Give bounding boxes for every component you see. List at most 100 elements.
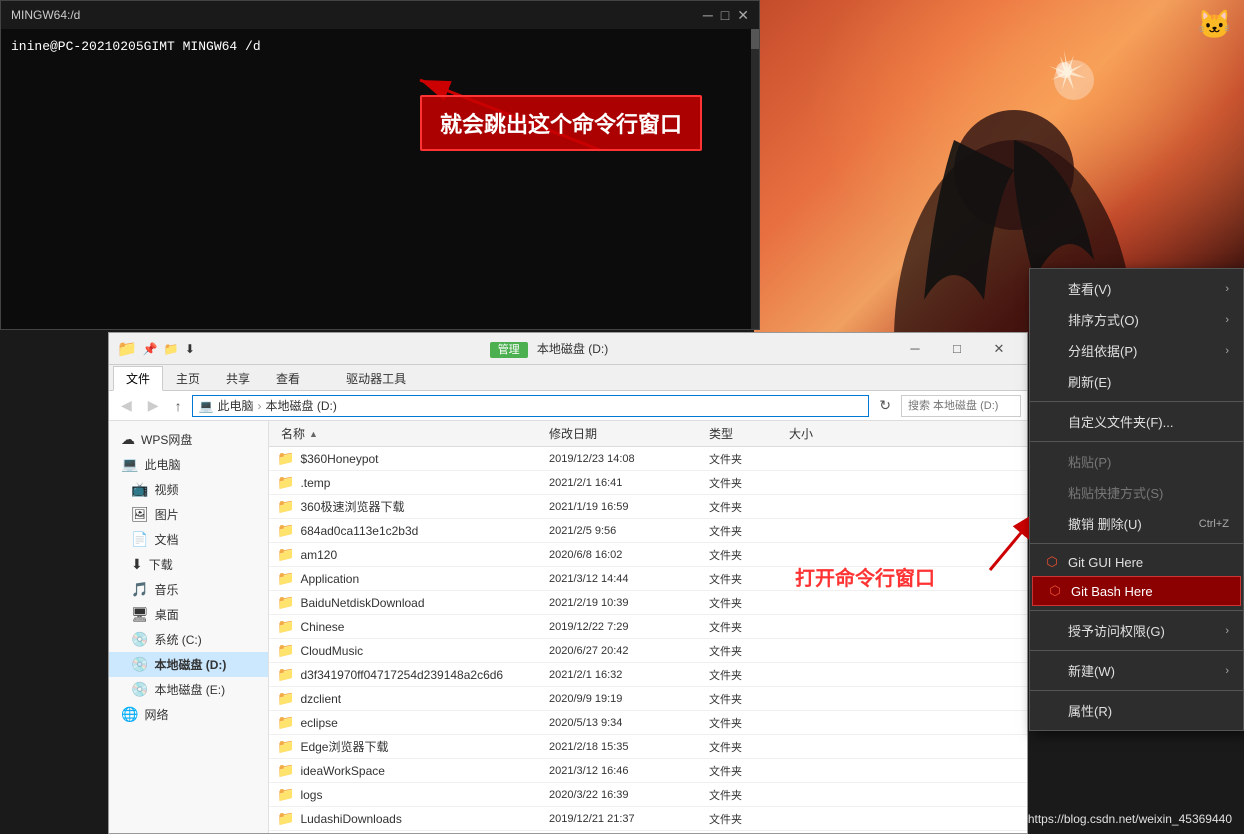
- file-date: 2019/12/21 21:37: [549, 813, 709, 825]
- ctx-item-view[interactable]: 查看(V) ›: [1030, 273, 1243, 304]
- file-type: 文件夹: [709, 547, 789, 563]
- explorer-title-text: 本地磁盘 (D:): [537, 342, 608, 356]
- address-computer-icon: 💻: [199, 399, 214, 413]
- tab-file[interactable]: 文件: [113, 366, 163, 391]
- ctx-access-arrow: ›: [1225, 625, 1229, 637]
- file-date: 2021/3/12 16:46: [549, 765, 709, 777]
- ctx-view-arrow: ›: [1225, 283, 1229, 295]
- ctx-item-customize[interactable]: 自定义文件夹(F)...: [1030, 406, 1243, 437]
- file-name-cell: 📁 .temp: [269, 474, 549, 491]
- computer-icon: 💻: [121, 456, 138, 473]
- file-name-cell: 📁 LudashiDownloads: [269, 810, 549, 827]
- refresh-button[interactable]: ↻: [873, 395, 897, 416]
- ctx-sep-2: [1030, 441, 1243, 442]
- address-path[interactable]: 💻 此电脑 › 本地磁盘 (D:): [192, 395, 870, 417]
- sidebar-item-drive-d[interactable]: 💿 本地磁盘 (D:): [109, 652, 268, 677]
- file-type: 文件夹: [709, 787, 789, 803]
- tab-home[interactable]: 主页: [163, 366, 213, 391]
- explorer-window-title: 管理 本地磁盘 (D:): [482, 337, 617, 360]
- sidebar-item-music[interactable]: 🎵 音乐: [109, 577, 268, 602]
- file-row[interactable]: 📁 ideaWorkSpace 2021/3/12 16:46 文件夹: [269, 759, 1027, 783]
- col-header-date[interactable]: 修改日期: [549, 425, 709, 442]
- sidebar-item-documents[interactable]: 📄 文档: [109, 527, 268, 552]
- file-row[interactable]: 📁 dzclient 2020/9/9 19:19 文件夹: [269, 687, 1027, 711]
- downloads-icon: ⬇: [131, 556, 143, 573]
- file-name-cell: 📁 CloudMusic: [269, 642, 549, 659]
- close-button[interactable]: ✕: [737, 7, 749, 24]
- ctx-item-sort[interactable]: 排序方式(O) ›: [1030, 304, 1243, 335]
- sidebar-item-desktop[interactable]: 🖥 桌面: [109, 602, 268, 627]
- ctx-item-access[interactable]: 授予访问权限(G) ›: [1030, 615, 1243, 646]
- sidebar-item-network[interactable]: 🌐 网络: [109, 702, 268, 727]
- file-row[interactable]: 📁 eclipse 2020/5/13 9:34 文件夹: [269, 711, 1027, 735]
- file-row[interactable]: 📁 Edge浏览器下载 2021/2/18 15:35 文件夹: [269, 735, 1027, 759]
- ctx-item-undo[interactable]: 撤销 删除(U) Ctrl+Z: [1030, 508, 1243, 539]
- ctx-sep-3: [1030, 543, 1243, 544]
- file-name-cell: 📁 dzclient: [269, 690, 549, 707]
- file-name-cell: 📁 360极速浏览器下载: [269, 498, 549, 515]
- file-row[interactable]: 📁 .temp 2021/2/1 16:41 文件夹: [269, 471, 1027, 495]
- ctx-item-properties[interactable]: 属性(R): [1030, 695, 1243, 726]
- file-name-cell: 📁 Application: [269, 570, 549, 587]
- file-name: CloudMusic: [300, 644, 363, 658]
- file-name-cell: 📁 BaiduNetdiskDownload: [269, 594, 549, 611]
- folder-icon-small: 📁: [164, 342, 179, 356]
- file-type: 文件夹: [709, 691, 789, 707]
- ctx-item-group[interactable]: 分组依据(P) ›: [1030, 335, 1243, 366]
- up-button[interactable]: ↑: [169, 396, 188, 416]
- explorer-minimize-button[interactable]: ─: [895, 335, 935, 363]
- ctx-properties-label: 属性(R): [1068, 701, 1112, 720]
- forward-button[interactable]: ▶: [142, 395, 165, 416]
- ctx-item-git-bash[interactable]: ⬡ Git Bash Here: [1032, 576, 1241, 606]
- back-button[interactable]: ◀: [115, 395, 138, 416]
- file-row[interactable]: 📁 BaiduNetdiskDownload 2021/2/19 10:39 文…: [269, 591, 1027, 615]
- tab-drive-tools[interactable]: 驱动器工具: [333, 366, 419, 391]
- sidebar-item-wps[interactable]: ☁ WPS网盘: [109, 427, 268, 452]
- sidebar-item-drive-c[interactable]: 💿 系统 (C:): [109, 627, 268, 652]
- file-row[interactable]: 📁 Chinese 2019/12/22 7:29 文件夹: [269, 615, 1027, 639]
- ctx-sep-4: [1030, 610, 1243, 611]
- ctx-sep-1: [1030, 401, 1243, 402]
- maximize-button[interactable]: □: [721, 7, 729, 24]
- col-header-name[interactable]: 名称 ▲: [269, 425, 549, 442]
- file-name: .temp: [300, 476, 330, 490]
- file-name: d3f341970ff04717254d239148a2c6d6: [300, 668, 503, 682]
- ctx-item-git-gui[interactable]: ⬡ Git GUI Here: [1030, 548, 1243, 576]
- explorer-close-button[interactable]: ✕: [979, 335, 1019, 363]
- file-type: 文件夹: [709, 499, 789, 515]
- file-row[interactable]: 📁 $360Honeypot 2019/12/23 14:08 文件夹: [269, 447, 1027, 471]
- explorer-maximize-button[interactable]: □: [937, 335, 977, 363]
- file-row[interactable]: 📁 684ad0ca113e1c2b3d 2021/2/5 9:56 文件夹: [269, 519, 1027, 543]
- file-name-cell: 📁 am120: [269, 546, 549, 563]
- sidebar-item-drive-e[interactable]: 💿 本地磁盘 (E:): [109, 677, 268, 702]
- tab-share[interactable]: 共享: [213, 366, 263, 391]
- col-header-type[interactable]: 类型: [709, 425, 789, 442]
- file-row[interactable]: 📁 MouseClick 2020/9/21 14:18 文件夹: [269, 831, 1027, 833]
- search-input[interactable]: [901, 395, 1021, 417]
- sidebar-item-pictures[interactable]: 🖼 图片: [109, 502, 268, 527]
- folder-icon: 📁: [277, 762, 294, 779]
- file-row[interactable]: 📁 d3f341970ff04717254d239148a2c6d6 2021/…: [269, 663, 1027, 687]
- annotation-right: 打开命令行窗口: [795, 562, 935, 591]
- ctx-item-refresh[interactable]: 刷新(E): [1030, 366, 1243, 397]
- ctx-item-new[interactable]: 新建(W) ›: [1030, 655, 1243, 686]
- sidebar-item-downloads[interactable]: ⬇ 下载: [109, 552, 268, 577]
- ctx-view-label: 查看(V): [1068, 279, 1111, 298]
- file-row[interactable]: 📁 360极速浏览器下载 2021/1/19 16:59 文件夹: [269, 495, 1027, 519]
- sidebar-label-drive-e: 本地磁盘 (E:): [154, 681, 225, 698]
- explorer-content: ☁ WPS网盘 💻 此电脑 📺 视频 🖼 图片 📄 文档 ⬇ 下载: [109, 421, 1027, 833]
- sidebar-item-computer[interactable]: 💻 此电脑: [109, 452, 268, 477]
- terminal-cursor-line: [11, 57, 749, 77]
- sidebar-item-video[interactable]: 📺 视频: [109, 477, 268, 502]
- tab-view[interactable]: 查看: [263, 366, 313, 391]
- terminal-scrollbar[interactable]: [751, 29, 759, 329]
- drive-e-icon: 💿: [131, 681, 148, 698]
- file-row[interactable]: 📁 CloudMusic 2020/6/27 20:42 文件夹: [269, 639, 1027, 663]
- file-row[interactable]: 📁 logs 2020/3/22 16:39 文件夹: [269, 783, 1027, 807]
- minimize-button[interactable]: ─: [703, 7, 713, 24]
- folder-icon: 📁: [277, 738, 294, 755]
- ctx-sep-5: [1030, 650, 1243, 651]
- col-header-size[interactable]: 大小: [789, 425, 869, 442]
- file-row[interactable]: 📁 LudashiDownloads 2019/12/21 21:37 文件夹: [269, 807, 1027, 831]
- annotation-right-text: 打开命令行窗口: [795, 568, 935, 590]
